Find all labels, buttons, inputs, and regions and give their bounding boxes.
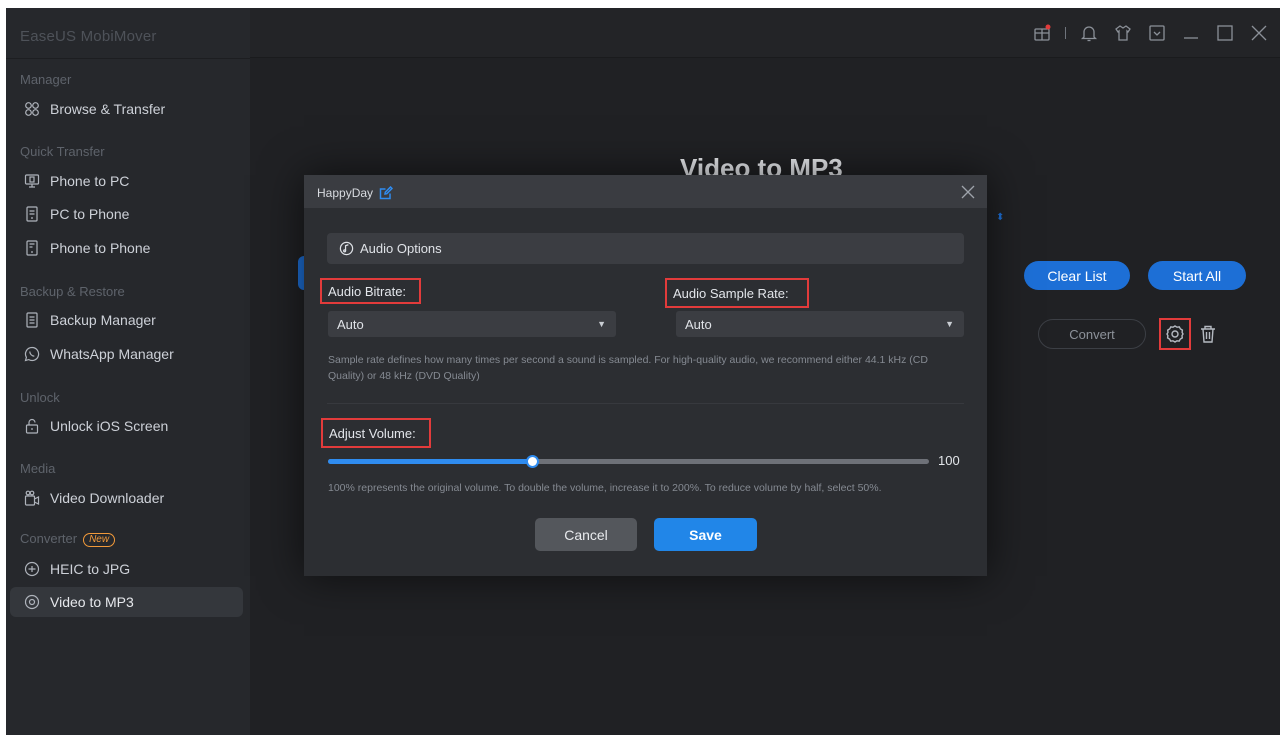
- new-badge: New: [83, 532, 116, 547]
- video-download-icon: [24, 490, 40, 506]
- sidebar-item-browse-transfer[interactable]: Browse & Transfer: [10, 94, 243, 124]
- app-title: EaseUS MobiMover: [20, 28, 157, 45]
- music-note-icon: [339, 241, 354, 256]
- sidebar-item-pc-to-phone[interactable]: PC to Phone: [10, 199, 243, 229]
- trash-icon: [1201, 325, 1215, 343]
- volume-value: 100: [938, 453, 960, 468]
- chevron-down-icon: ▼: [597, 319, 606, 329]
- convert-button[interactable]: Convert: [1038, 319, 1146, 349]
- sidebar-item-heic-to-jpg[interactable]: HEIC to JPG: [10, 554, 243, 584]
- menu-dropdown-icon[interactable]: [1146, 22, 1168, 44]
- sort-arrows-icon[interactable]: ⬍: [996, 212, 1004, 226]
- audio-bitrate-value: Auto: [337, 316, 364, 332]
- cancel-button[interactable]: Cancel: [535, 518, 637, 551]
- delete-button[interactable]: [1197, 322, 1219, 346]
- audio-options-dialog: HappyDay Audio Options Audio Bitrate: Au…: [304, 175, 987, 576]
- dialog-close-icon[interactable]: [959, 183, 977, 201]
- sidebar-item-phone-to-phone[interactable]: Phone to Phone: [10, 233, 243, 263]
- sidebar-item-label: Backup Manager: [50, 312, 156, 328]
- shirt-icon[interactable]: [1112, 22, 1134, 44]
- audio-options-section: Audio Options: [327, 233, 964, 264]
- minimize-icon[interactable]: [1180, 22, 1202, 44]
- grid-icon: [24, 101, 40, 117]
- app-window: EaseUS MobiMover Manager Browse & Transf…: [6, 8, 1280, 735]
- sidebar-item-backup-manager[interactable]: Backup Manager: [10, 305, 243, 335]
- volume-note: 100% represents the original volume. To …: [328, 482, 882, 494]
- sidebar-item-label: Video to MP3: [50, 594, 134, 610]
- maximize-icon[interactable]: [1214, 22, 1236, 44]
- sidebar-item-label: PC to Phone: [50, 206, 130, 222]
- gift-icon[interactable]: [1031, 22, 1053, 44]
- converter-title-text: Converter: [20, 531, 78, 546]
- start-all-button[interactable]: Start All: [1148, 261, 1246, 290]
- save-button[interactable]: Save: [654, 518, 757, 551]
- audio-sample-rate-value: Auto: [685, 316, 712, 332]
- unlock-icon: [24, 418, 40, 434]
- phone-to-pc-icon: [24, 173, 40, 189]
- section-title-media: Media: [20, 461, 56, 476]
- sidebar-item-label: Browse & Transfer: [50, 101, 166, 117]
- sidebar-item-label: Unlock iOS Screen: [50, 418, 169, 434]
- clear-list-button[interactable]: Clear List: [1024, 261, 1130, 290]
- sidebar-divider: [6, 58, 250, 59]
- backup-icon: [24, 312, 40, 328]
- dialog-divider: [327, 403, 964, 404]
- audio-bitrate-label: Audio Bitrate:: [320, 278, 421, 304]
- sidebar-item-label: WhatsApp Manager: [50, 346, 174, 362]
- dialog-file-name: HappyDay: [317, 186, 394, 200]
- file-name-text: HappyDay: [317, 186, 374, 200]
- sample-rate-note: Sample rate defines how many times per s…: [328, 354, 928, 382]
- edit-icon[interactable]: [379, 186, 394, 200]
- volume-slider-handle[interactable]: [526, 455, 540, 468]
- heic-icon: [24, 561, 40, 577]
- sidebar: EaseUS MobiMover Manager Browse & Transf…: [6, 8, 250, 735]
- video-mp3-icon: [24, 594, 40, 610]
- bell-icon[interactable]: [1078, 22, 1100, 44]
- sidebar-item-video-downloader[interactable]: Video Downloader: [10, 483, 243, 513]
- section-title-converter: Converter New: [20, 531, 116, 547]
- section-title-manager: Manager: [20, 72, 72, 87]
- audio-sample-rate-label: Audio Sample Rate:: [665, 278, 809, 308]
- audio-bitrate-select[interactable]: Auto ▼: [328, 311, 616, 337]
- chevron-down-icon: ▼: [945, 319, 954, 329]
- sidebar-item-label: Video Downloader: [50, 490, 165, 506]
- sidebar-item-video-to-mp3[interactable]: Video to MP3: [10, 587, 243, 617]
- toolbar-divider: [1065, 27, 1066, 39]
- phone-to-phone-icon: [24, 240, 40, 256]
- section-title-backup-restore: Backup & Restore: [20, 284, 125, 299]
- gear-icon: [1166, 325, 1184, 343]
- volume-slider[interactable]: [328, 455, 929, 468]
- title-bar: [250, 8, 1280, 58]
- section-title: Audio Options: [360, 241, 442, 256]
- audio-sample-rate-select[interactable]: Auto ▼: [676, 311, 964, 337]
- sidebar-item-whatsapp-manager[interactable]: WhatsApp Manager: [10, 339, 243, 369]
- section-title-quick-transfer: Quick Transfer: [20, 144, 105, 159]
- volume-slider-fill: [328, 459, 533, 464]
- settings-button[interactable]: [1159, 318, 1191, 350]
- sidebar-item-label: HEIC to JPG: [50, 561, 131, 577]
- section-title-unlock: Unlock: [20, 390, 60, 405]
- dialog-header: HappyDay: [304, 175, 987, 208]
- sidebar-item-unlock-ios-screen[interactable]: Unlock iOS Screen: [10, 411, 243, 441]
- pc-to-phone-icon: [24, 206, 40, 222]
- sidebar-item-label: Phone to Phone: [50, 240, 151, 256]
- sidebar-item-label: Phone to PC: [50, 173, 130, 189]
- adjust-volume-label: Adjust Volume:: [321, 418, 431, 448]
- close-icon[interactable]: [1248, 22, 1270, 44]
- sidebar-item-phone-to-pc[interactable]: Phone to PC: [10, 166, 243, 196]
- whatsapp-icon: [24, 346, 40, 362]
- window-controls: [1031, 22, 1270, 44]
